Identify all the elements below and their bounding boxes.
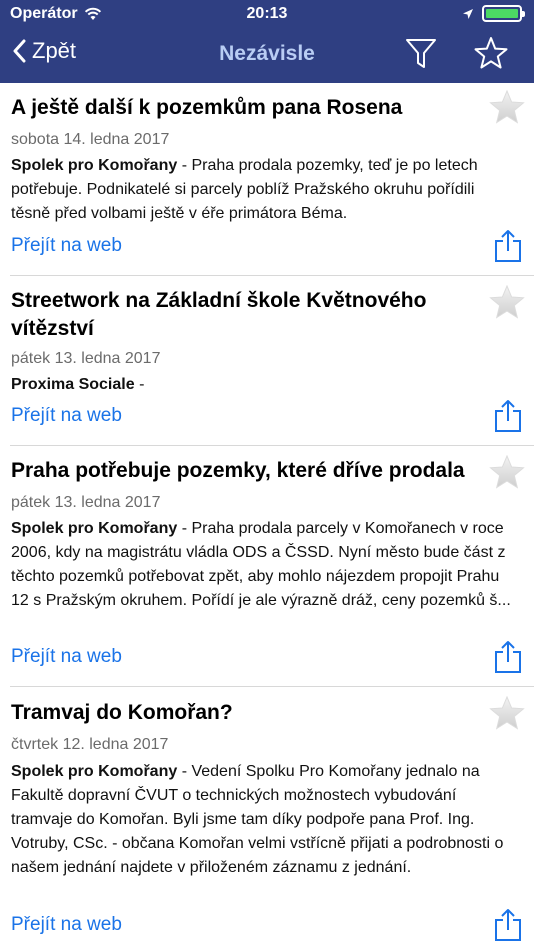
page-title: Nezávisle xyxy=(219,42,315,65)
favorites-star-icon[interactable] xyxy=(474,36,508,70)
article-title[interactable]: Tramvaj do Komořan? xyxy=(11,699,481,727)
share-icon[interactable] xyxy=(494,640,522,674)
article-source: Proxima Sociale xyxy=(11,376,135,393)
article-text: - xyxy=(134,376,145,393)
filter-icon[interactable] xyxy=(404,36,438,70)
status-time: 20:13 xyxy=(246,5,288,22)
list-item: Praha potřebuje pozemky, které dříve pro… xyxy=(0,446,534,687)
article-excerpt: Spolek pro Komořany - Praha prodala poze… xyxy=(11,154,516,226)
article-title[interactable]: Streetwork na Základní škole Květnového … xyxy=(11,287,481,343)
article-date: čtvrtek 12. ledna 2017 xyxy=(11,736,169,753)
open-web-link[interactable]: Přejít na web xyxy=(11,405,122,427)
article-source: Spolek pro Komořany xyxy=(11,157,178,174)
status-bar: Operátor 20:13 xyxy=(0,0,534,28)
article-source: Spolek pro Komořany xyxy=(11,763,178,780)
nav-row: Zpět Nezávisle xyxy=(0,28,534,83)
article-date: sobota 14. ledna 2017 xyxy=(11,131,170,148)
star-icon[interactable] xyxy=(489,455,525,489)
battery-icon xyxy=(482,5,525,22)
open-web-link[interactable]: Přejít na web xyxy=(11,646,122,668)
article-date: pátek 13. ledna 2017 xyxy=(11,494,161,511)
share-icon[interactable] xyxy=(494,229,522,263)
article-date: pátek 13. ledna 2017 xyxy=(11,350,161,367)
article-excerpt: Proxima Sociale - xyxy=(11,373,516,397)
article-excerpt: Spolek pro Komořany - Vedení Spolku Pro … xyxy=(11,760,516,880)
star-icon[interactable] xyxy=(489,285,525,319)
article-excerpt: Spolek pro Komořany - Praha prodala parc… xyxy=(11,517,516,613)
list-item: Tramvaj do Komořan? čtvrtek 12. ledna 20… xyxy=(0,687,534,950)
article-source: Spolek pro Komořany xyxy=(11,520,178,537)
share-icon[interactable] xyxy=(494,908,522,942)
navigation-bar: Operátor 20:13 Zpět Nezávisle xyxy=(0,0,534,83)
list-item: A ještě další k pozemkům pana Rosena sob… xyxy=(0,83,534,276)
share-icon[interactable] xyxy=(494,399,522,433)
list-item: Streetwork na Základní škole Květnového … xyxy=(0,276,534,446)
open-web-link[interactable]: Přejít na web xyxy=(11,235,122,257)
status-right xyxy=(462,5,525,22)
location-arrow-icon xyxy=(463,8,473,19)
star-icon[interactable] xyxy=(489,90,525,124)
article-title[interactable]: Praha potřebuje pozemky, které dříve pro… xyxy=(11,457,481,485)
article-title[interactable]: A ještě další k pozemkům pana Rosena xyxy=(11,94,481,122)
star-icon[interactable] xyxy=(489,696,525,730)
open-web-link[interactable]: Přejít na web xyxy=(11,914,122,936)
